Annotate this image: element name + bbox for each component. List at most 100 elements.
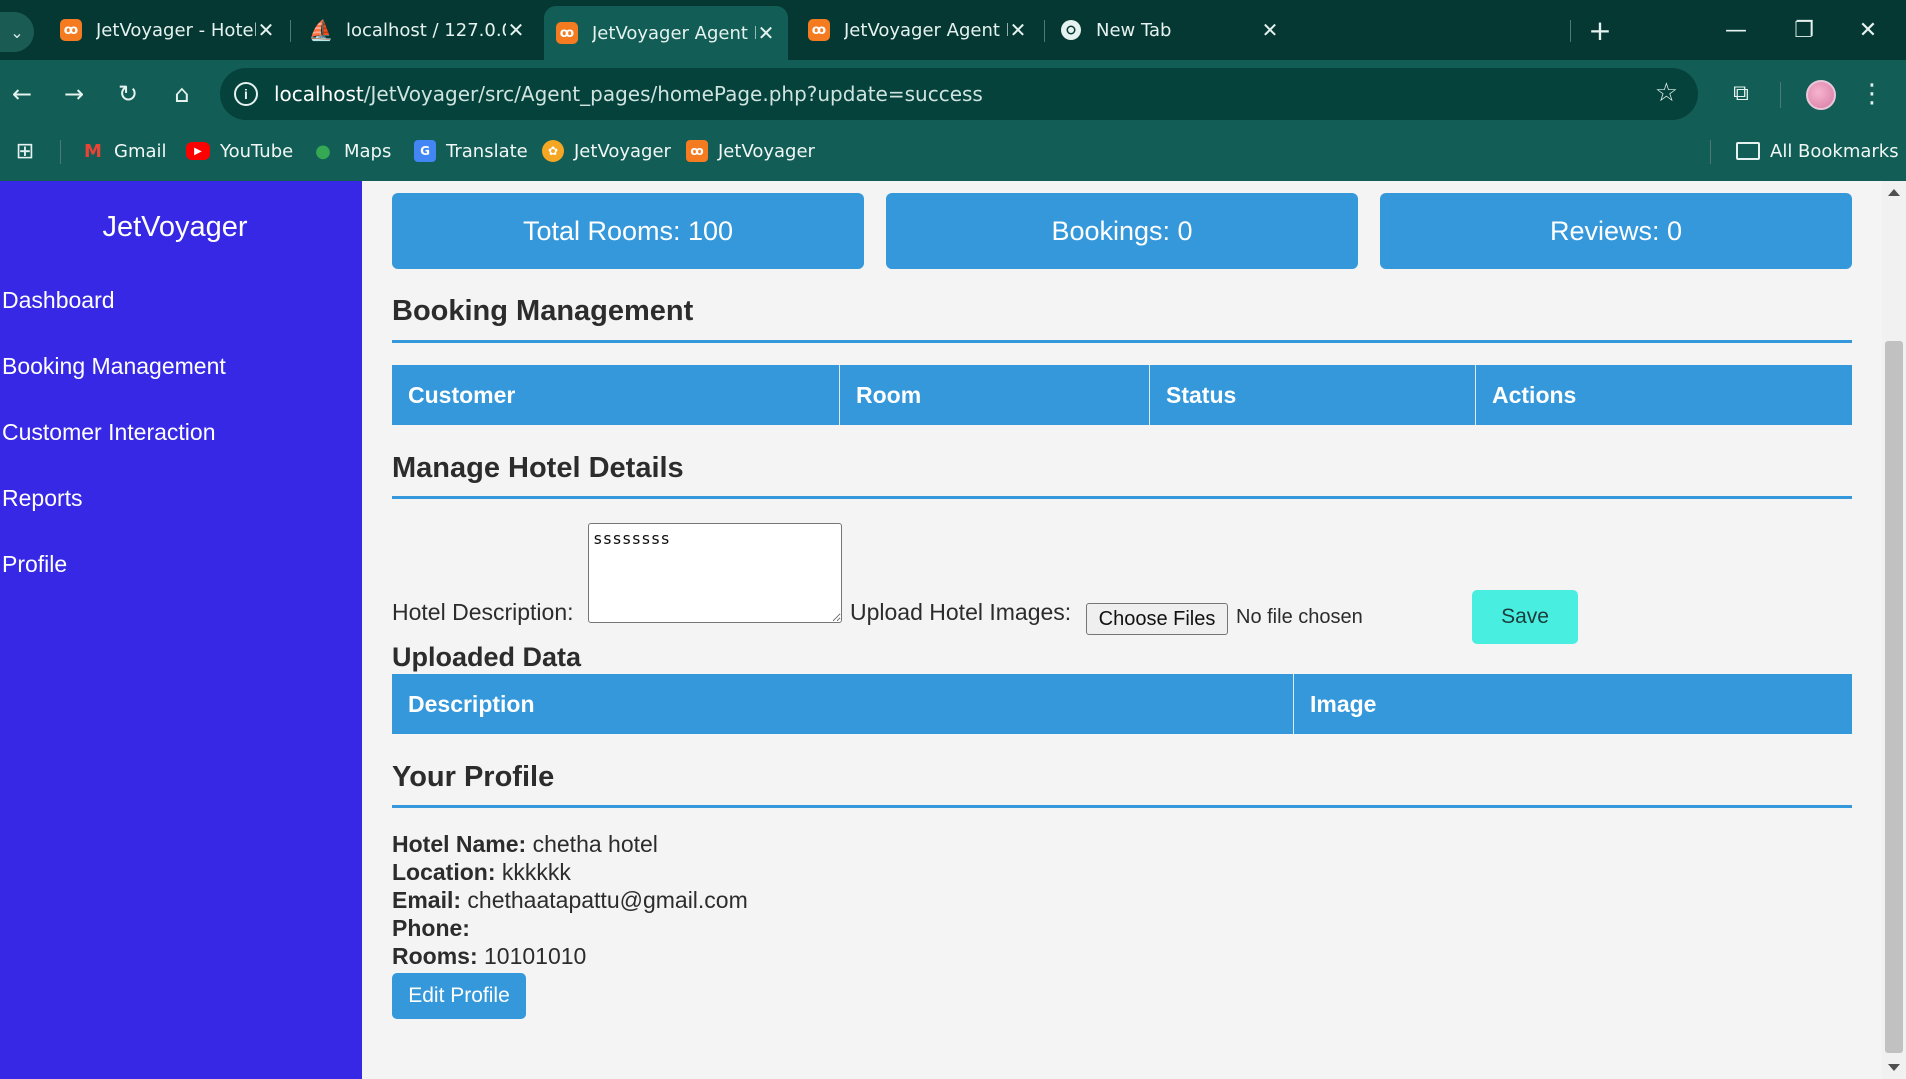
close-icon[interactable]: ✕: [756, 21, 776, 45]
profile-email: Email: chethaatapattu@gmail.com: [392, 887, 748, 914]
hotel-description-label: Hotel Description:: [392, 599, 574, 625]
bookmark-label: JetVoyager: [718, 140, 815, 162]
sidebar-item-profile[interactable]: Profile: [2, 551, 67, 578]
browser-tab[interactable]: ꝏ JetVoyager Agent Portal ✕: [796, 8, 1040, 52]
sidebar-brand: JetVoyager: [102, 211, 248, 243]
column-header-status: Status: [1150, 365, 1476, 425]
tab-title: JetVoyager Agent Portal: [592, 22, 756, 44]
bookmark-translate[interactable]: G Translate: [414, 136, 528, 166]
scrollbar-thumb[interactable]: [1885, 341, 1903, 1053]
close-icon[interactable]: ✕: [256, 18, 276, 42]
column-header-actions: Actions: [1492, 381, 1577, 408]
reload-icon[interactable]: ↻: [110, 76, 146, 112]
section-divider: [392, 496, 1852, 499]
profile-avatar[interactable]: [1806, 80, 1836, 110]
close-icon[interactable]: ✕: [506, 18, 526, 42]
rooms-label: Rooms:: [392, 943, 478, 969]
address-bar[interactable]: i localhost/JetVoyager/src/Agent_pages/h…: [220, 68, 1698, 120]
sidebar: JetVoyager Dashboard Booking Management …: [0, 181, 362, 1079]
tab-title: JetVoyager - Hotel Booki: [96, 19, 256, 41]
site-info-icon[interactable]: i: [234, 82, 258, 106]
choose-files-button[interactable]: Choose Files: [1086, 603, 1228, 635]
extensions-puzzle-icon[interactable]: ⧉: [1726, 78, 1756, 108]
sidebar-item-customer-interaction[interactable]: Customer Interaction: [2, 419, 215, 446]
sidebar-item-booking-management[interactable]: Booking Management: [2, 353, 226, 380]
uploaded-data-title: Uploaded Data: [392, 642, 582, 672]
tab-divider: [1044, 20, 1045, 42]
scroll-down-arrow-icon[interactable]: [1888, 1064, 1900, 1071]
save-button[interactable]: Save: [1472, 590, 1578, 644]
manage-hotel-details-title: Manage Hotel Details: [392, 452, 684, 484]
maps-icon: ●: [315, 140, 331, 162]
youtube-icon: ▶: [186, 142, 210, 160]
more-menu-icon[interactable]: ⋮: [1859, 76, 1885, 112]
your-profile-title: Your Profile: [392, 761, 555, 793]
url-host: localhost: [274, 82, 364, 106]
minimize-icon[interactable]: —: [1716, 10, 1756, 50]
toolbar-divider: [1780, 82, 1781, 108]
section-divider: [392, 805, 1852, 808]
address-url[interactable]: localhost/JetVoyager/src/Agent_pages/hom…: [274, 82, 983, 106]
scroll-up-arrow-icon[interactable]: [1888, 189, 1900, 196]
xampp-icon: ꝏ: [556, 22, 578, 44]
bookmark-jetvoyager[interactable]: ✿ JetVoyager: [542, 136, 671, 166]
email-label: Email:: [392, 887, 462, 913]
bookmark-label: Translate: [446, 140, 528, 162]
profile-hotel-name: Hotel Name: chetha hotel: [392, 831, 658, 858]
no-file-chosen-text: No file chosen: [1236, 606, 1363, 628]
close-icon[interactable]: ✕: [1260, 18, 1280, 42]
profile-rooms: Rooms: 10101010: [392, 943, 586, 970]
folder-icon: [1736, 142, 1760, 160]
close-icon[interactable]: ✕: [1008, 18, 1028, 42]
phone-label: Phone:: [392, 915, 470, 941]
location-label: Location:: [392, 859, 496, 885]
bookmark-maps[interactable]: ● Maps: [312, 136, 391, 166]
tab-title: New Tab: [1096, 19, 1172, 41]
bookmark-label: Maps: [344, 140, 392, 162]
hotel-description-textarea[interactable]: ssssssss: [588, 523, 842, 623]
bookmark-gmail[interactable]: M Gmail: [82, 136, 166, 166]
section-divider: [392, 340, 1852, 343]
page-viewport: JetVoyager Dashboard Booking Management …: [0, 181, 1906, 1079]
back-arrow-icon[interactable]: ←: [4, 76, 40, 112]
all-bookmarks[interactable]: All Bookmarks: [1736, 136, 1899, 166]
edit-profile-button[interactable]: Edit Profile: [392, 973, 526, 1019]
page-scrollbar[interactable]: [1882, 181, 1906, 1079]
hotel-name-value: chetha hotel: [532, 831, 658, 857]
location-value: kkkkkk: [501, 859, 571, 885]
bookmark-star-icon[interactable]: ☆: [1655, 78, 1678, 108]
bookmark-youtube[interactable]: ▶ YouTube: [186, 136, 293, 166]
apps-grid-icon[interactable]: ⊞: [12, 138, 38, 164]
home-icon[interactable]: ⌂: [164, 76, 200, 112]
uploaded-table-header: Description Image: [392, 674, 1852, 734]
xampp-icon: ꝏ: [60, 19, 82, 41]
tab-divider: [290, 20, 291, 42]
rooms-value: 10101010: [484, 943, 587, 969]
sidebar-item-dashboard[interactable]: Dashboard: [2, 287, 115, 314]
window-close-icon[interactable]: ✕: [1848, 10, 1888, 50]
all-bookmarks-label: All Bookmarks: [1770, 140, 1899, 162]
new-tab-plus-icon[interactable]: +: [1584, 14, 1616, 47]
main-content: Total Rooms: 100 Bookings: 0 Reviews: 0 …: [362, 181, 1882, 1079]
restore-icon[interactable]: ❐: [1784, 10, 1824, 50]
browser-tab[interactable]: ⛵ localhost / 127.0.0.1 / jetv ✕: [298, 8, 538, 52]
upload-images-label: Upload Hotel Images:: [850, 599, 1072, 625]
browser-tab[interactable]: ꝏ JetVoyager - Hotel Booki ✕: [48, 8, 288, 52]
chrome-icon: [1060, 19, 1082, 41]
url-path: /JetVoyager/src/Agent_pages/homePage.php…: [363, 82, 983, 106]
profile-location: Location: kkkkkk: [392, 859, 571, 886]
column-header-room: Room: [840, 365, 1150, 425]
sidebar-item-reports[interactable]: Reports: [2, 485, 83, 512]
bookmark-label: JetVoyager: [574, 140, 671, 162]
booking-management-title: Booking Management: [392, 295, 694, 327]
column-header-description: Description: [392, 674, 1294, 734]
jetvoyager-icon: ✿: [542, 140, 564, 162]
tab-title: localhost / 127.0.0.1 / jetv: [346, 19, 506, 41]
forward-arrow-icon[interactable]: →: [56, 76, 92, 112]
browser-tab[interactable]: New Tab ✕: [1048, 8, 1292, 52]
column-header-image: Image: [1310, 690, 1377, 717]
stat-reviews: Reviews: 0: [1380, 193, 1852, 269]
translate-icon: G: [414, 140, 436, 162]
bookmark-jetvoyager[interactable]: ꝏ JetVoyager: [686, 136, 815, 166]
browser-tab-active[interactable]: ꝏ JetVoyager Agent Portal ✕: [544, 6, 788, 60]
